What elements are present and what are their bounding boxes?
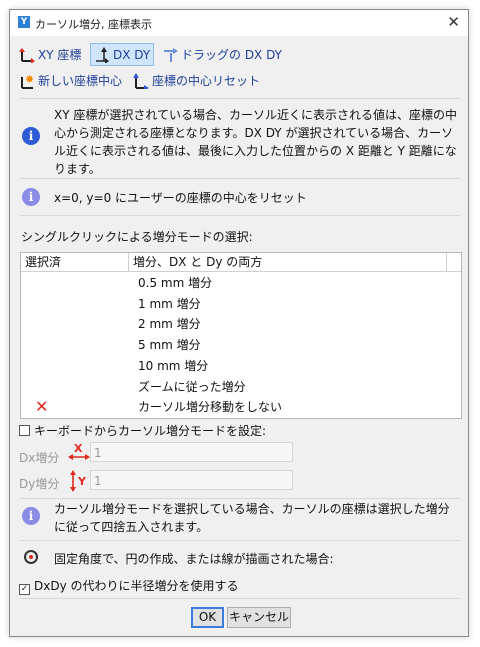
radius-increment-checkbox[interactable]: ✓ DxDy の代わりに半径増分を使用する: [19, 577, 239, 595]
new-coordinate-center-button[interactable]: ✸ 新しい座標中心: [19, 71, 122, 90]
table-row[interactable]: ズームに従った増分: [138, 377, 246, 397]
window-title: カーソル増分, 座標表示: [35, 18, 152, 31]
cancel-button[interactable]: キャンセル: [227, 607, 291, 628]
dxdy-label: DX DY: [113, 47, 151, 62]
reset-center-button[interactable]: 座標の中心リセット: [133, 71, 261, 91]
close-icon[interactable]: ✕: [447, 13, 460, 31]
fixed-angle-text: 固定角度で、円の作成、または線が描画された場合:: [54, 552, 334, 566]
svg-text:X: X: [74, 442, 83, 455]
reset-center-icon: [133, 72, 149, 91]
increment-section-label: シングルクリックによる増分モードの選択:: [21, 230, 253, 244]
reset-info-text: x=0, y=0 にユーザーの座標の中心をリセット: [54, 191, 307, 205]
checkbox-box[interactable]: [19, 425, 30, 436]
dx-increment-input[interactable]: 1: [90, 442, 293, 462]
column-header-increment[interactable]: 増分、DX と Dy の両方: [129, 253, 447, 272]
column-header-spacer: [447, 253, 461, 272]
divider: [20, 540, 460, 541]
divider: [20, 98, 460, 99]
divider: [20, 215, 460, 216]
table-row[interactable]: 1 mm 増分: [138, 294, 201, 314]
info-icon: i: [22, 507, 40, 525]
table-row[interactable]: 2 mm 増分: [138, 314, 201, 334]
title-bar: Y カーソル増分, 座標表示 ✕: [10, 10, 468, 36]
dy-arrow-icon: Y: [68, 470, 90, 496]
divider: [20, 178, 460, 179]
keyboard-mode-label: キーボードからカーソル増分モードを設定:: [34, 424, 267, 438]
dxdy-icon: [94, 46, 110, 64]
svg-text:✸: ✸: [25, 73, 34, 86]
keyboard-mode-checkbox[interactable]: キーボードからカーソル増分モードを設定:: [19, 422, 266, 439]
table-row[interactable]: カーソル増分移動をしない: [138, 397, 282, 417]
ok-button[interactable]: OK: [191, 607, 224, 628]
checkbox-checked[interactable]: ✓: [19, 584, 30, 595]
table-row[interactable]: 10 mm 増分: [138, 356, 208, 376]
selected-cross-icon[interactable]: ✕: [35, 397, 48, 417]
info-icon: i: [22, 127, 40, 145]
drag-dxdy-button[interactable]: ドラッグの DX DY: [162, 45, 282, 64]
dialog-window: Y カーソル増分, 座標表示 ✕ XY 座標 DX DY ドラッグの DX DY…: [9, 9, 469, 637]
drag-dxdy-icon: [162, 47, 178, 63]
circle-center-dot: [29, 555, 33, 559]
dx-increment-label: Dx増分: [19, 451, 60, 465]
dx-arrow-icon: X: [68, 442, 90, 466]
svg-text:Y: Y: [77, 475, 87, 488]
xy-axis-icon: [19, 47, 35, 64]
drag-dxdy-label: ドラッグの DX DY: [181, 48, 283, 62]
xy-coordinates-button[interactable]: XY 座標: [19, 45, 81, 64]
info-icon: i: [22, 188, 40, 206]
increment-table: 選択済 増分、DX と Dy の両方 0.5 mm 増分 1 mm 増分 2 mm …: [20, 252, 462, 419]
new-center-icon: ✸: [19, 73, 35, 89]
divider: [20, 598, 460, 599]
dy-increment-input[interactable]: 1: [90, 470, 293, 490]
dy-increment-label: Dy増分: [19, 477, 60, 491]
new-center-label: 新しい座標中心: [38, 74, 123, 88]
rounding-info-text: カーソル増分モードを選択している場合、カーソルの座標は選択した増分に従って四捨五…: [54, 502, 450, 534]
xy-coordinates-label: XY 座標: [38, 48, 82, 62]
divider: [20, 498, 460, 499]
radius-increment-label: DxDy の代わりに半径増分を使用する: [34, 579, 239, 593]
reset-center-label: 座標の中心リセット: [152, 74, 261, 88]
app-icon: Y: [18, 16, 30, 28]
table-row[interactable]: 5 mm 増分: [138, 335, 201, 355]
column-header-selected[interactable]: 選択済: [21, 253, 129, 272]
table-row[interactable]: 0.5 mm 増分: [138, 273, 212, 293]
dxdy-button[interactable]: DX DY: [90, 43, 155, 66]
coordinate-info-text: XY 座標が選択されている場合、カーソル近くに表示される値は、座標の中心から測定…: [54, 108, 458, 176]
